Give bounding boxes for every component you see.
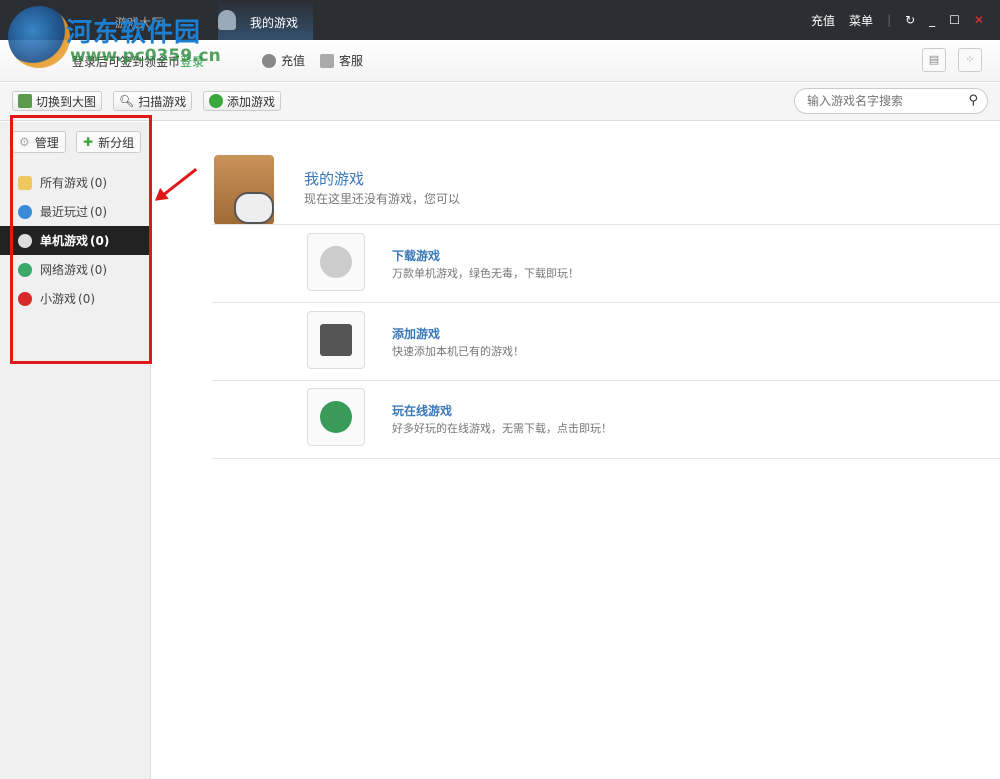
recharge-link[interactable]: 充值	[811, 12, 835, 29]
switch-view-button[interactable]: 切换到大图	[12, 91, 103, 111]
download-games-item[interactable]: 下载游戏万款单机游戏，绿色无毒，下载即玩！	[307, 233, 907, 293]
divider	[212, 302, 1000, 303]
search-input[interactable]	[807, 94, 957, 108]
watermark-text: 河东软件园	[66, 18, 202, 48]
watermark-logo	[8, 6, 70, 68]
divider	[212, 224, 1000, 225]
image-icon	[18, 94, 32, 108]
online-games-item[interactable]: 玩在线游戏好多好玩的在线游戏，无需下载，点击即玩！	[307, 388, 907, 448]
tab-my-games[interactable]: 我的游戏	[218, 0, 313, 40]
maximize-button[interactable]: ☐	[949, 13, 960, 27]
divider: |	[887, 13, 892, 27]
recharge-button[interactable]: 充值	[262, 52, 305, 69]
save-icon[interactable]: ▤	[922, 48, 946, 72]
service-button[interactable]: 客服	[320, 52, 363, 69]
page-title: 我的游戏	[304, 170, 365, 188]
gamepad-icon	[234, 192, 274, 224]
highlight-box	[10, 115, 152, 364]
globe-gamepad-icon	[320, 401, 352, 433]
refresh-icon[interactable]: ↻	[905, 13, 915, 27]
close-button[interactable]: ✕	[974, 13, 984, 27]
user-icon	[218, 10, 236, 30]
action-desc: 好多好玩的在线游戏，无需下载，点击即玩！	[392, 422, 612, 435]
add-games-item[interactable]: 添加游戏快速添加本机已有的游戏！	[307, 311, 907, 371]
action-title[interactable]: 玩在线游戏	[392, 402, 452, 419]
coin-icon	[262, 53, 276, 68]
page-subtitle: 现在这里还没有游戏，您可以	[304, 192, 461, 206]
thumb	[307, 311, 365, 369]
qrcode-icon[interactable]: ⁘	[958, 48, 982, 72]
plus-icon	[209, 94, 223, 108]
main-panel: 我的游戏 现在这里还没有游戏，您可以 下载游戏万款单机游戏，绿色无毒，下载即玩！…	[152, 122, 1000, 779]
action-desc: 万款单机游戏，绿色无毒，下载即玩！	[392, 267, 579, 280]
thumb	[307, 388, 365, 446]
search-box: ⚲	[794, 88, 988, 114]
magnifier-icon: 🔍︎	[119, 94, 135, 108]
menu-button[interactable]: 菜单	[849, 12, 873, 29]
action-desc: 快速添加本机已有的游戏！	[392, 345, 524, 358]
thumb	[307, 233, 365, 291]
harddisk-add-icon	[320, 324, 352, 356]
minimize-button[interactable]: _	[929, 13, 935, 27]
watermark-url: www.pc0359.cn	[70, 46, 221, 66]
scan-games-button[interactable]: 🔍︎ 扫描游戏	[113, 91, 193, 111]
chat-icon	[320, 53, 334, 68]
disc-download-icon	[320, 246, 352, 278]
search-icon[interactable]: ⚲	[968, 93, 978, 108]
add-game-button[interactable]: 添加游戏	[203, 91, 282, 111]
divider	[212, 458, 1000, 459]
action-title[interactable]: 下载游戏	[392, 247, 440, 264]
action-title[interactable]: 添加游戏	[392, 325, 440, 342]
divider	[212, 380, 1000, 381]
